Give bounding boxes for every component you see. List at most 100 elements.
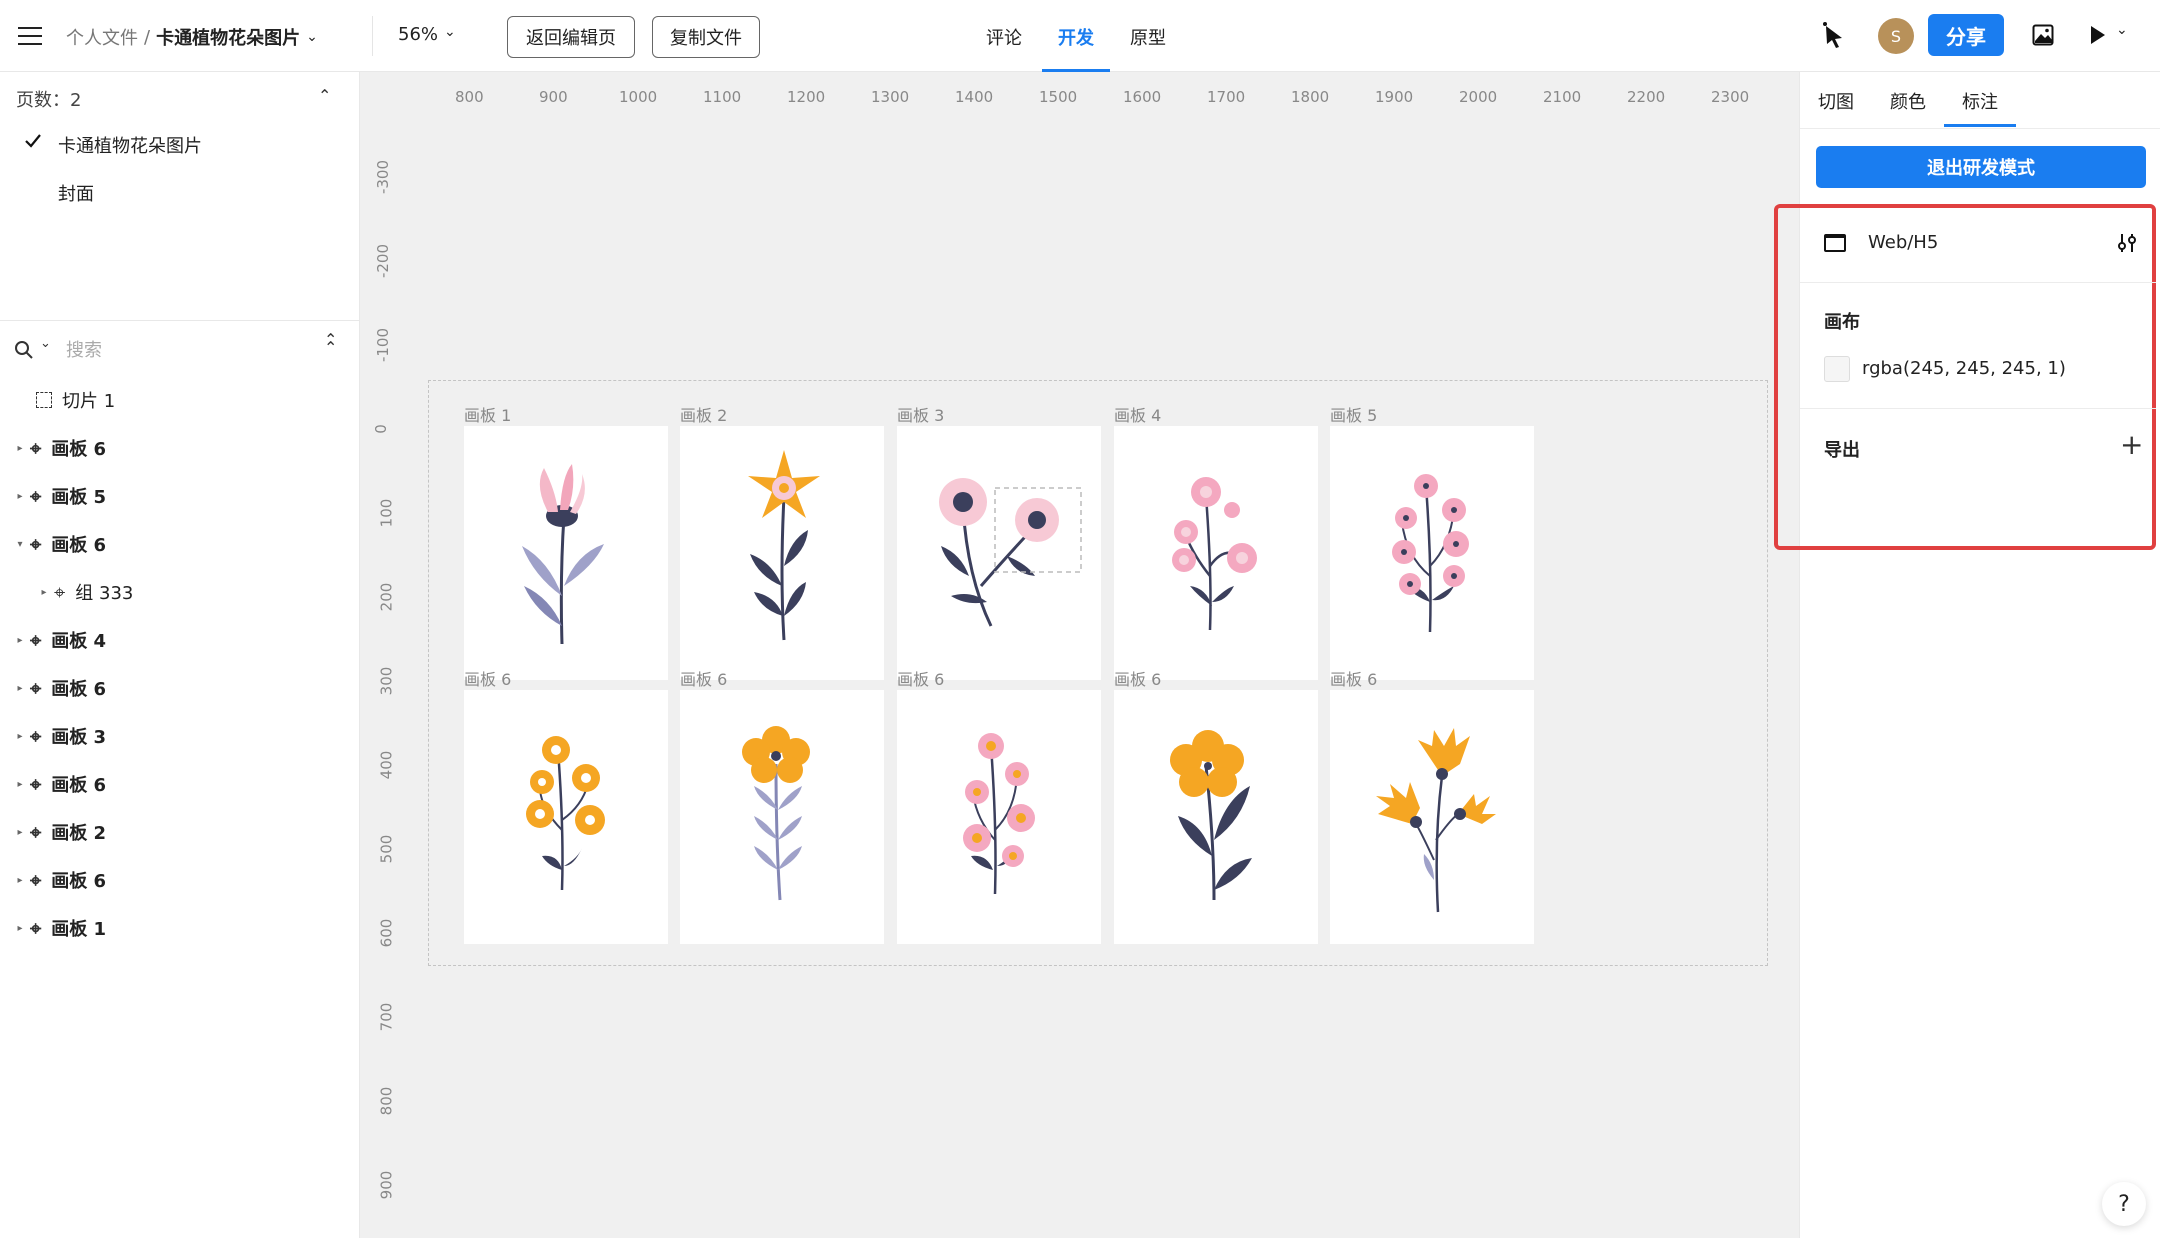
artboard-6[interactable]	[1114, 690, 1318, 944]
artboard-label[interactable]: 画板 1	[464, 402, 511, 426]
play-icon[interactable]	[2088, 24, 2108, 46]
layer-label: 画板 6	[51, 679, 107, 700]
layer-label: 组 333	[75, 583, 134, 604]
tab-slice[interactable]: 切图	[1818, 88, 1854, 114]
tab-comment[interactable]: 评论	[986, 24, 1022, 50]
page-item-2[interactable]: 封面	[58, 180, 94, 206]
share-button[interactable]: 分享	[1928, 14, 2004, 56]
ruler-tick: 1000	[619, 88, 658, 106]
back-to-edit-button[interactable]: 返回编辑页	[507, 16, 635, 58]
artboard-label[interactable]: 画板 6	[1114, 666, 1161, 690]
artboard-5[interactable]	[1330, 426, 1534, 680]
layer-artboard[interactable]: ▸ ⌖ 画板 1	[0, 904, 360, 952]
layer-artboard[interactable]: ▸ ⌖ 画板 6	[0, 664, 360, 712]
search-icon[interactable]	[14, 340, 34, 360]
ruler-tick: 2200	[1627, 88, 1666, 106]
collapse-all-icon[interactable]: ⌃ ⌃	[324, 332, 337, 356]
layer-artboard[interactable]: ▸ ⌖ 画板 3	[0, 712, 360, 760]
artboard-label[interactable]: 画板 5	[1330, 402, 1377, 426]
breadcrumb: 个人文件 / 卡通植物花朵图片 ⌄	[66, 24, 318, 50]
artboard-2[interactable]	[680, 426, 884, 680]
layer-artboard[interactable]: ▸ ⌖ 画板 6	[0, 424, 360, 472]
layer-artboard[interactable]: ▸ ⌖ 画板 2	[0, 808, 360, 856]
artboard-icon: ⌖	[30, 484, 42, 508]
layer-artboard[interactable]: ▸ ⌖ 画板 4	[0, 616, 360, 664]
canvas[interactable]: 800 900 1000 1100 1200 1300 1400 1500 16…	[360, 72, 1799, 1238]
layer-artboard-expanded[interactable]: ▾ ⌖ 画板 6	[0, 520, 360, 568]
chevron-up-icon[interactable]: ⌃	[318, 86, 331, 105]
artboard-label[interactable]: 画板 6	[1330, 666, 1377, 690]
add-icon[interactable]: +	[2120, 428, 2143, 461]
ruler-tick: 1800	[1291, 88, 1330, 106]
ruler-tick: 1900	[1375, 88, 1414, 106]
exit-dev-mode-label: 退出研发模式	[1927, 158, 2035, 179]
canvas-section-title: 画布	[1824, 312, 1860, 333]
tab-annotation-underline	[1944, 124, 2016, 127]
chevron-down-icon[interactable]: ⌄	[306, 29, 318, 45]
layer-label: 画板 6	[51, 439, 107, 460]
ruler-tick: 700	[377, 1002, 396, 1032]
canvas-color-value[interactable]: rgba(245, 245, 245, 1)	[1862, 358, 2066, 379]
platform-label[interactable]: Web/H5	[1868, 232, 1938, 253]
avatar[interactable]: S	[1878, 18, 1914, 54]
artboard-label[interactable]: 画板 2	[680, 402, 727, 426]
chevron-down-icon[interactable]: ⌄	[40, 336, 51, 351]
artboard-label[interactable]: 画板 6	[464, 666, 511, 690]
ruler-tick: 800	[455, 88, 484, 106]
layer-label: 画板 6	[51, 535, 107, 556]
artboard-label[interactable]: 画板 6	[680, 666, 727, 690]
help-button[interactable]: ?	[2102, 1182, 2146, 1226]
ruler-tick: -300	[374, 159, 393, 195]
artboard-icon: ⌖	[30, 628, 42, 652]
slice-icon	[36, 392, 52, 408]
artboard-4[interactable]	[1114, 426, 1318, 680]
layer-group[interactable]: ▸ ⌖ 组 333	[0, 568, 360, 616]
layer-artboard[interactable]: ▸ ⌖ 画板 6	[0, 856, 360, 904]
color-swatch[interactable]	[1824, 356, 1850, 382]
breadcrumb-parent[interactable]: 个人文件	[66, 24, 138, 50]
artboard-label[interactable]: 画板 3	[897, 402, 944, 426]
artboard-6[interactable]	[680, 690, 884, 944]
copy-file-button[interactable]: 复制文件	[652, 16, 760, 58]
tab-color[interactable]: 颜色	[1890, 88, 1926, 114]
top-bar: 个人文件 / 卡通植物花朵图片 ⌄ 56% ⌄ 返回编辑页 复制文件 评论 开发…	[0, 0, 2160, 72]
ruler-tick: 600	[377, 918, 396, 948]
ruler-tick: -100	[374, 327, 393, 363]
chevron-down-icon[interactable]: ⌄	[2116, 22, 2128, 38]
layer-label: 画板 1	[51, 919, 107, 940]
tab-prototype[interactable]: 原型	[1130, 24, 1166, 50]
artboard-6[interactable]	[464, 690, 668, 944]
zoom-select[interactable]: 56% ⌄	[398, 24, 456, 45]
artboard-icon: ⌖	[30, 436, 42, 460]
cursor-icon[interactable]	[1820, 20, 1848, 50]
layer-artboard[interactable]: ▸ ⌖ 画板 6	[0, 760, 360, 808]
exit-dev-mode-button[interactable]: 退出研发模式	[1816, 146, 2146, 188]
page-item-1[interactable]: 卡通植物花朵图片	[58, 132, 202, 158]
artboard-label[interactable]: 画板 6	[897, 666, 944, 690]
ruler-tick: 900	[377, 1170, 396, 1200]
layer-slice-1[interactable]: 切片 1	[0, 376, 360, 424]
layer-label: 切片 1	[62, 391, 116, 412]
artboard-6[interactable]	[1330, 690, 1534, 944]
layer-artboard[interactable]: ▸ ⌖ 画板 5	[0, 472, 360, 520]
artboard-1[interactable]	[464, 426, 668, 680]
image-icon[interactable]	[2032, 24, 2054, 46]
vertical-ruler: -300 -200 -100 0 100 200 300 400 500 600…	[360, 72, 412, 1238]
layer-label: 画板 3	[51, 727, 107, 748]
artboard-6[interactable]	[897, 690, 1101, 944]
menu-icon[interactable]	[18, 26, 42, 46]
ruler-tick: 200	[377, 582, 396, 612]
ruler-tick: 1500	[1039, 88, 1078, 106]
search-input[interactable]: 搜索	[66, 336, 102, 362]
flower-illustration	[1392, 474, 1469, 633]
artboard-label[interactable]: 画板 4	[1114, 402, 1161, 426]
artboard-3[interactable]	[897, 426, 1101, 680]
flower-illustration	[1170, 730, 1252, 901]
file-title[interactable]: 卡通植物花朵图片	[156, 24, 300, 50]
tab-develop[interactable]: 开发	[1058, 24, 1094, 50]
tab-annotation[interactable]: 标注	[1962, 88, 1998, 114]
settings-sliders-icon[interactable]	[2116, 232, 2138, 254]
flower-illustration	[1172, 477, 1257, 631]
ruler-tick: 1200	[787, 88, 826, 106]
layer-label: 画板 2	[51, 823, 107, 844]
